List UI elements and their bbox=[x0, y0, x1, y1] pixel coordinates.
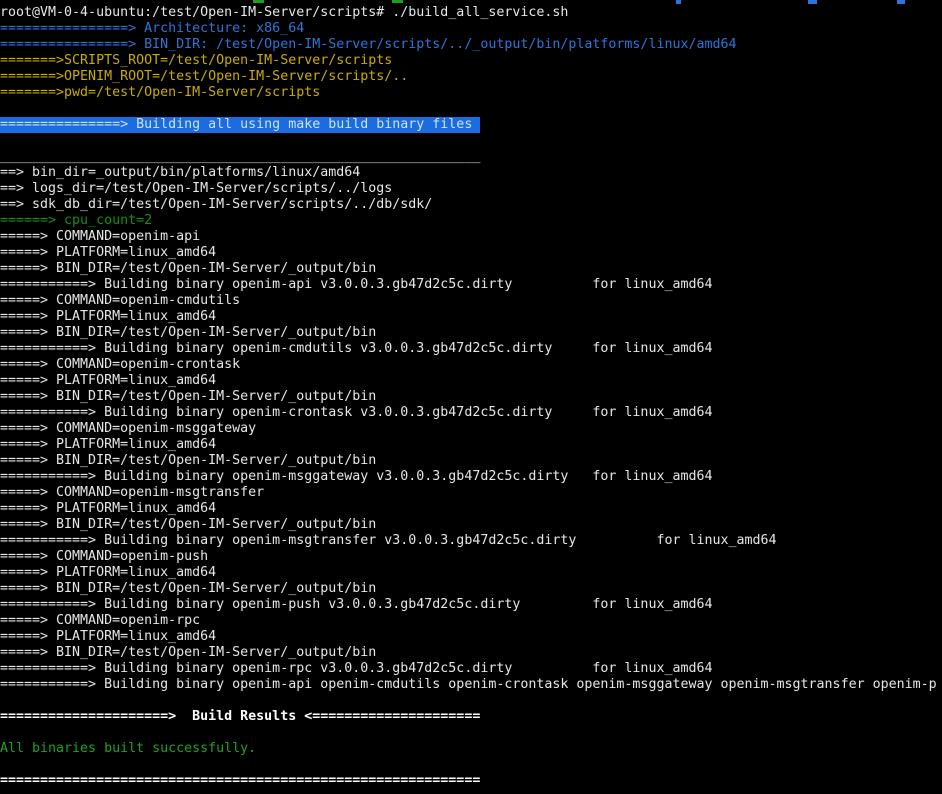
clipped-line-fragment bbox=[808, 0, 817, 4]
terminal-line: =====> PLATFORM=linux_amd64 bbox=[0, 245, 942, 261]
terminal-line: =====> COMMAND=openim-rpc bbox=[0, 613, 942, 629]
terminal-line: ========================================… bbox=[0, 773, 942, 789]
terminal-line: =====> COMMAND=openim-crontask bbox=[0, 357, 942, 373]
terminal-line: ======> cpu_count=2 bbox=[0, 213, 942, 229]
clipped-line-fragment bbox=[676, 0, 681, 4]
terminal-line: =====> PLATFORM=linux_amd64 bbox=[0, 437, 942, 453]
terminal-line: ==> sdk_db_dir=/test/Open-IM-Server/scri… bbox=[0, 197, 942, 213]
terminal-line: ===========> Building binary openim-push… bbox=[0, 597, 942, 613]
terminal-line: =====> COMMAND=openim-push bbox=[0, 549, 942, 565]
terminal-line: =====> BIN_DIR=/test/Open-IM-Server/_out… bbox=[0, 261, 942, 277]
terminal-line: ________________________________________… bbox=[0, 149, 942, 165]
terminal-line: =======>pwd=/test/Open-IM-Server/scripts bbox=[0, 85, 942, 101]
terminal-line bbox=[0, 101, 942, 117]
terminal-line: ===========> Building binary openim-msgg… bbox=[0, 469, 942, 485]
terminal-line: ===========> Building binary openim-cron… bbox=[0, 405, 942, 421]
terminal-line: All binaries built successfully. bbox=[0, 741, 942, 757]
terminal-line: ===========> Building binary openim-msgt… bbox=[0, 533, 942, 549]
terminal-line: ===============> Building all using make… bbox=[0, 117, 480, 133]
terminal-line: ===========> Building binary openim-cmdu… bbox=[0, 341, 942, 357]
terminal-line: =====> PLATFORM=linux_amd64 bbox=[0, 629, 942, 645]
terminal-line bbox=[0, 133, 942, 149]
terminal-line: =====================> Build Results <==… bbox=[0, 709, 942, 725]
terminal-line: =====> PLATFORM=linux_amd64 bbox=[0, 373, 942, 389]
clipped-line-fragment bbox=[897, 0, 905, 4]
terminal-line: =====> BIN_DIR=/test/Open-IM-Server/_out… bbox=[0, 325, 942, 341]
terminal-line: =====> COMMAND=openim-api bbox=[0, 229, 942, 245]
terminal-line bbox=[0, 693, 942, 709]
terminal-line: =====> BIN_DIR=/test/Open-IM-Server/_out… bbox=[0, 517, 942, 533]
terminal-line: =====> COMMAND=openim-msggateway bbox=[0, 421, 942, 437]
clipped-line-fragment bbox=[392, 0, 403, 3]
terminal-line: =====> COMMAND=openim-cmdutils bbox=[0, 293, 942, 309]
terminal-line: =====> COMMAND=openim-msgtransfer bbox=[0, 485, 942, 501]
terminal-screen[interactable]: root@VM-0-4-ubuntu:/test/Open-IM-Server/… bbox=[0, 0, 942, 794]
terminal-line: =====> PLATFORM=linux_amd64 bbox=[0, 309, 942, 325]
terminal-line: ==> bin_dir=_output/bin/platforms/linux/… bbox=[0, 165, 942, 181]
terminal-line bbox=[0, 757, 942, 773]
terminal-line: =====> BIN_DIR=/test/Open-IM-Server/_out… bbox=[0, 453, 942, 469]
terminal-line: =======>SCRIPTS_ROOT=/test/Open-IM-Serve… bbox=[0, 53, 942, 69]
terminal-line: =======>OPENIM_ROOT=/test/Open-IM-Server… bbox=[0, 69, 942, 85]
terminal-line bbox=[0, 725, 942, 741]
terminal-line: =====> BIN_DIR=/test/Open-IM-Server/_out… bbox=[0, 581, 942, 597]
terminal-line: =====> PLATFORM=linux_amd64 bbox=[0, 565, 942, 581]
terminal-line: ===========> Building binary openim-api … bbox=[0, 277, 942, 293]
terminal-line: ================> BIN_DIR: /test/Open-IM… bbox=[0, 37, 942, 53]
terminal-line: ==> logs_dir=/test/Open-IM-Server/script… bbox=[0, 181, 942, 197]
clipped-line-fragment bbox=[253, 0, 264, 3]
terminal-line: ===========> Building binary openim-rpc … bbox=[0, 661, 942, 677]
terminal-line: root@VM-0-4-ubuntu:/test/Open-IM-Server/… bbox=[0, 5, 942, 21]
terminal-line: =====> PLATFORM=linux_amd64 bbox=[0, 501, 942, 517]
terminal-line: =====> BIN_DIR=/test/Open-IM-Server/_out… bbox=[0, 645, 942, 661]
terminal-line: ===========> Building binary openim-api … bbox=[0, 677, 942, 693]
terminal-line: =====> BIN_DIR=/test/Open-IM-Server/_out… bbox=[0, 389, 942, 405]
terminal-line: ================> Architecture: x86_64 bbox=[0, 21, 942, 37]
